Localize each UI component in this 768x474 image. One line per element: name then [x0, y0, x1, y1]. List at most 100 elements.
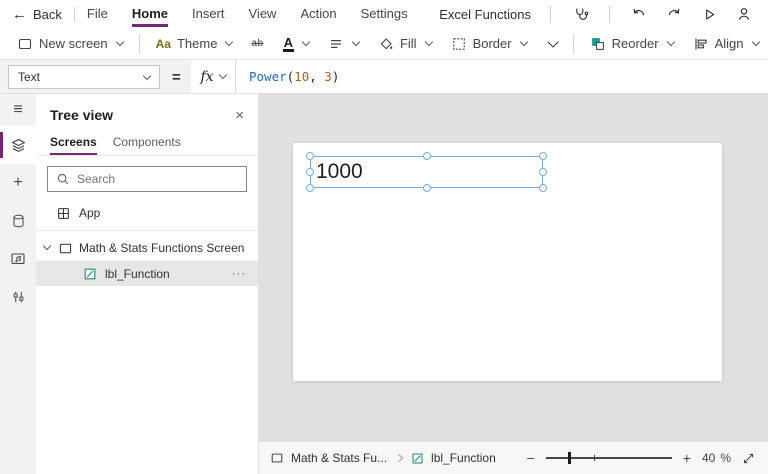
- tree-item-control-selected[interactable]: lbl_Function ···: [36, 261, 258, 286]
- selected-label-control[interactable]: 1000: [310, 156, 543, 188]
- selection-handle[interactable]: [423, 152, 431, 160]
- fill-button[interactable]: Fill: [369, 29, 441, 59]
- menu-insert[interactable]: Insert: [192, 0, 225, 28]
- fit-to-window-button[interactable]: [742, 452, 755, 465]
- formula-paren-open: (: [287, 69, 295, 84]
- zoom-slider-track[interactable]: [546, 457, 672, 459]
- divider: [550, 6, 551, 23]
- breadcrumb-screen-label: Math & Stats Fu...: [291, 451, 387, 465]
- breadcrumb-separator-icon: [395, 454, 403, 462]
- tree-item-label: Math & Stats Functions Screen: [79, 241, 244, 255]
- app-icon: [56, 206, 71, 221]
- selection-handle[interactable]: [423, 184, 431, 192]
- align-button[interactable]: Align: [684, 29, 768, 59]
- zoom-in-button[interactable]: +: [683, 451, 691, 465]
- selection-handle[interactable]: [539, 184, 547, 192]
- tree-item-screen[interactable]: Math & Stats Functions Screen: [36, 235, 258, 261]
- property-selected: Text: [18, 70, 40, 84]
- rail-advanced-tools[interactable]: [0, 278, 36, 316]
- chevron-down-icon: [751, 38, 759, 46]
- text-align-icon: [328, 36, 344, 52]
- tab-components[interactable]: Components: [113, 135, 181, 155]
- font-color-button[interactable]: A: [274, 29, 318, 59]
- tree-item-app[interactable]: App: [36, 200, 258, 226]
- reorder-label: Reorder: [612, 36, 659, 51]
- app-screen-page[interactable]: 1000: [293, 143, 722, 381]
- selection-handle[interactable]: [306, 152, 314, 160]
- breadcrumb-screen[interactable]: Math & Stats Fu...: [270, 451, 387, 465]
- menu-view[interactable]: View: [249, 0, 277, 28]
- border-button[interactable]: Border: [442, 29, 536, 59]
- tree-view-panel: Tree view × Screens Components App: [36, 94, 259, 474]
- selection-handle[interactable]: [539, 152, 547, 160]
- close-icon[interactable]: ×: [235, 108, 244, 123]
- back-button[interactable]: ← Back: [12, 6, 62, 23]
- chevron-down-icon: [519, 38, 527, 46]
- formula-comma: ,: [309, 69, 324, 84]
- rail-insert[interactable]: +: [0, 164, 36, 202]
- font-color-icon: A: [283, 36, 294, 52]
- menu-home[interactable]: Home: [132, 0, 168, 28]
- play-preview-icon[interactable]: [699, 3, 719, 25]
- chevron-down-icon: [352, 38, 360, 46]
- rail-data[interactable]: [0, 202, 36, 240]
- fill-label: Fill: [400, 36, 417, 51]
- strikethrough-button[interactable]: ab: [242, 29, 272, 59]
- panel-title: Tree view: [50, 107, 113, 123]
- more-options-icon[interactable]: ···: [232, 268, 246, 280]
- text-align-button[interactable]: [319, 29, 368, 59]
- reorder-button[interactable]: Reorder: [581, 29, 683, 59]
- zoom-out-button[interactable]: −: [527, 451, 535, 465]
- chevron-down-icon: [547, 36, 558, 47]
- plus-icon: +: [13, 175, 22, 191]
- toolbar-overflow-button[interactable]: [537, 29, 566, 59]
- back-label: Back: [33, 7, 62, 22]
- selection-handle[interactable]: [539, 168, 547, 176]
- property-dropdown[interactable]: Text: [8, 65, 160, 89]
- undo-icon[interactable]: [629, 3, 649, 25]
- screen-icon: [270, 451, 284, 465]
- search-icon: [56, 172, 70, 186]
- app-checker-icon[interactable]: [570, 3, 590, 25]
- fx-button[interactable]: fx: [191, 60, 236, 93]
- account-icon[interactable]: [734, 3, 754, 25]
- left-rail: ≡ +: [0, 94, 36, 474]
- formula-input[interactable]: Power(10, 3): [236, 60, 339, 93]
- chevron-down-icon: [115, 38, 123, 46]
- label-control-icon: [411, 452, 424, 465]
- zoom-slider-thumb[interactable]: [568, 452, 571, 464]
- tree-search[interactable]: [47, 166, 247, 192]
- canvas-area[interactable]: 1000: [259, 94, 768, 474]
- menu-action[interactable]: Action: [300, 0, 336, 28]
- menu-file[interactable]: File: [87, 0, 108, 28]
- rail-hamburger[interactable]: ≡: [0, 94, 36, 126]
- ribbon-toolbar: New screen Aa Theme ab A Fill Border: [0, 28, 768, 60]
- redo-icon[interactable]: [664, 3, 684, 25]
- tree-view-header: Tree view ×: [36, 94, 258, 123]
- tab-screens[interactable]: Screens: [50, 135, 97, 155]
- align-label: Align: [715, 36, 744, 51]
- chevron-expanded-icon[interactable]: [43, 242, 51, 250]
- rail-media[interactable]: [0, 240, 36, 278]
- new-screen-button[interactable]: New screen: [8, 29, 132, 59]
- topbar-right: Excel Functions: [439, 3, 754, 25]
- formula-arg2: 3: [324, 69, 332, 84]
- tree-view-icon: [10, 137, 27, 154]
- screen-icon: [17, 36, 33, 52]
- chevron-down-icon: [143, 71, 151, 79]
- menu-settings[interactable]: Settings: [361, 0, 408, 28]
- top-menu-bar: ← Back File Home Insert View Action Sett…: [0, 0, 768, 28]
- breadcrumb-control[interactable]: lbl_Function: [411, 451, 496, 465]
- selection-handle[interactable]: [306, 184, 314, 192]
- rail-tree-view[interactable]: [0, 126, 36, 164]
- screen-icon: [58, 241, 73, 256]
- tree-tabs: Screens Components: [36, 123, 258, 156]
- tree-item-label: App: [79, 206, 100, 220]
- theme-button[interactable]: Aa Theme: [147, 29, 242, 59]
- database-icon: [11, 213, 26, 229]
- divider: [36, 230, 258, 231]
- search-input[interactable]: [77, 172, 238, 186]
- equals-sign: =: [172, 60, 181, 94]
- zoom-slider[interactable]: [546, 451, 672, 465]
- selection-handle[interactable]: [306, 168, 314, 176]
